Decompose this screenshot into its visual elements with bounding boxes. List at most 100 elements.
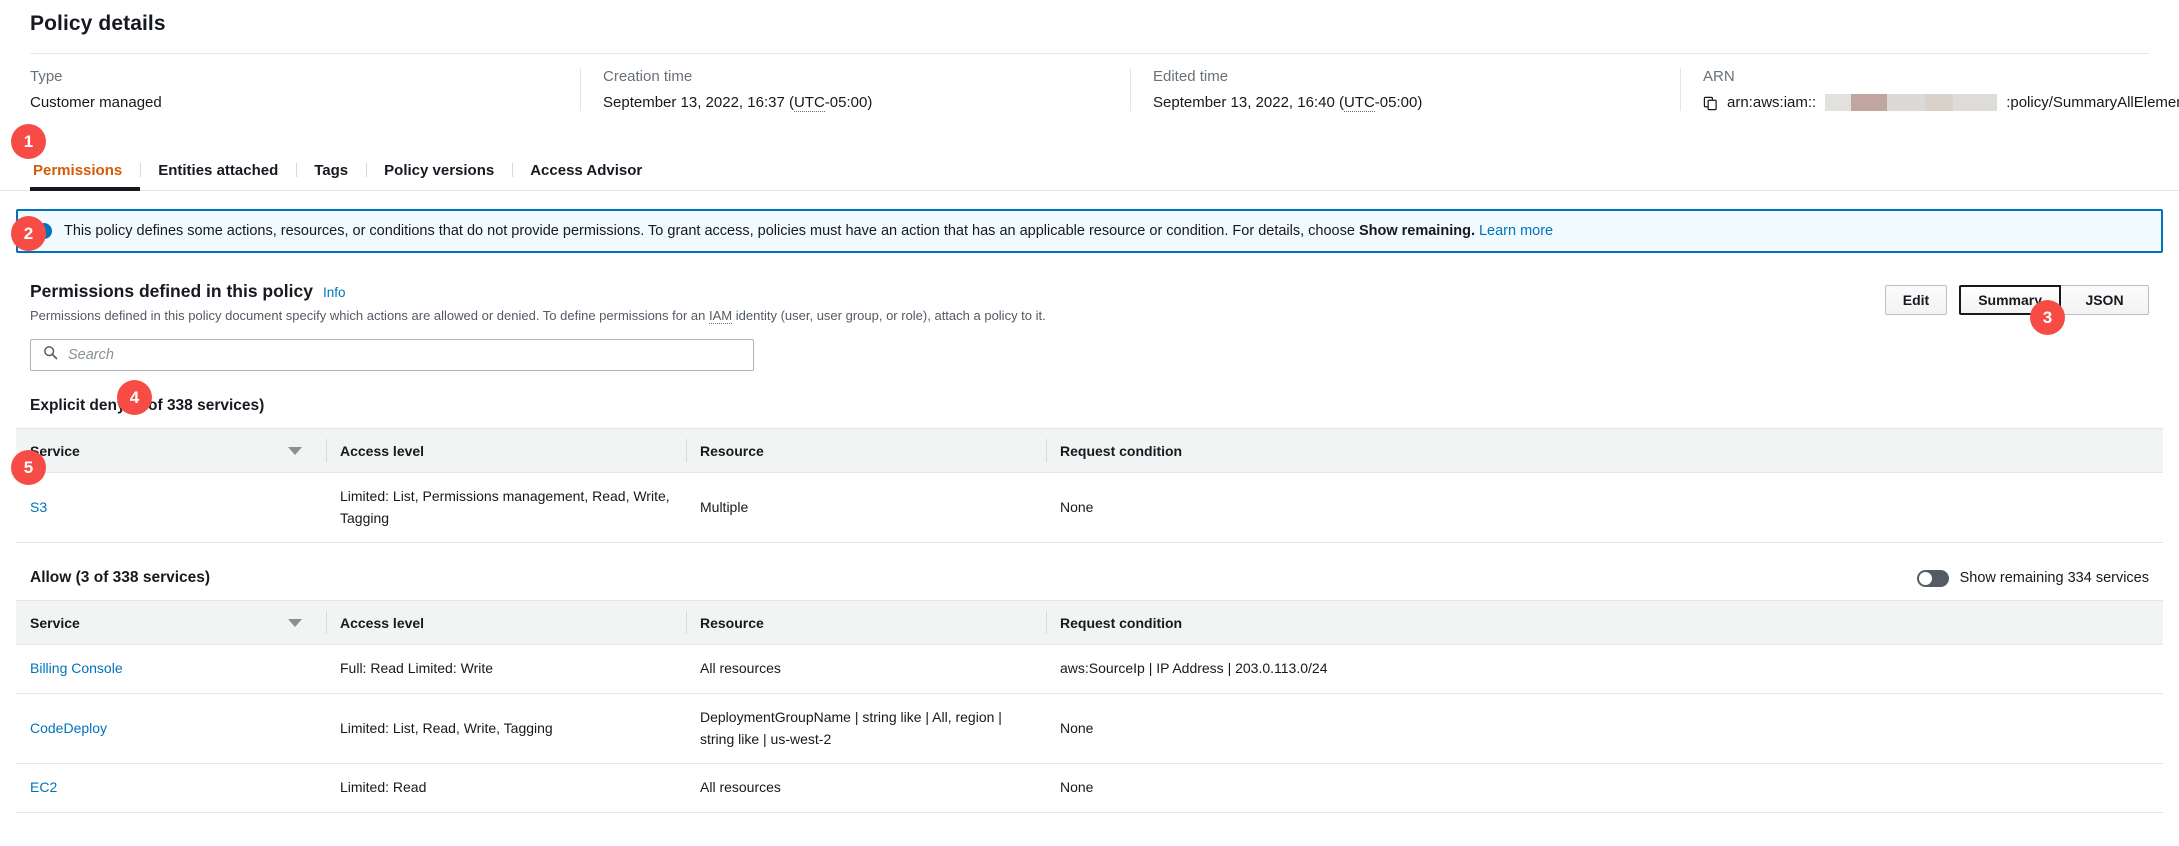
allow-row-access-level: Limited: Read	[326, 764, 686, 813]
page-title: Policy details	[0, 0, 2179, 36]
creation-time-utc-abbr: UTC	[794, 94, 825, 112]
table-row: S3 Limited: List, Permissions management…	[16, 473, 2163, 543]
sort-descending-icon[interactable]	[288, 619, 302, 627]
metadata-creation-time-value: September 13, 2022, 16:37 (UTC-05:00)	[603, 94, 1108, 111]
allow-row-service: Billing Console	[16, 645, 326, 694]
permissions-section-header: Permissions defined in this policy Info …	[0, 253, 2179, 323]
metadata-arn-value: arn:aws:iam:::policy/SummaryAllElements	[1703, 94, 2179, 111]
search-icon	[43, 345, 58, 365]
allow-row-resource: All resources	[686, 645, 1046, 694]
edited-time-suffix: -05:00)	[1375, 94, 1423, 111]
deny-row-request-condition: None	[1046, 473, 2163, 543]
arn-prefix: arn:aws:iam::	[1727, 94, 1816, 111]
search-placeholder: Search	[68, 347, 114, 363]
allow-col-resource[interactable]: Resource	[686, 601, 1046, 645]
section-title: Permissions defined in this policy	[30, 281, 313, 302]
service-link-s3[interactable]: S3	[30, 499, 47, 515]
deny-row-resource: Multiple	[686, 473, 1046, 543]
deny-col-access-level[interactable]: Access level	[326, 429, 686, 473]
info-alert: i This policy defines some actions, reso…	[16, 209, 2163, 253]
allow-row-resource: DeploymentGroupName | string like | All,…	[686, 694, 1046, 764]
deny-row-access-level: Limited: List, Permissions management, R…	[326, 473, 686, 543]
annotation-badge-1: 1	[11, 124, 46, 159]
info-link[interactable]: Info	[323, 285, 346, 300]
metadata-arn: ARN arn:aws:iam:::policy/SummaryAllEleme…	[1680, 68, 2179, 111]
show-remaining-toggle-wrap: Show remaining 334 services	[1917, 570, 2149, 587]
json-button[interactable]: JSON	[2061, 285, 2149, 315]
metadata-edited-time-label: Edited time	[1153, 68, 1658, 85]
show-remaining-toggle-label: Show remaining 334 services	[1960, 570, 2149, 586]
metadata-type-value: Customer managed	[30, 94, 558, 111]
service-link-ec2[interactable]: EC2	[30, 779, 57, 795]
allow-table: Service Access level Resource Request co…	[16, 600, 2163, 813]
allow-title: Allow (3 of 338 services)	[30, 569, 210, 587]
deny-col-request-condition[interactable]: Request condition	[1046, 429, 2163, 473]
metadata-type-label: Type	[30, 68, 558, 85]
deny-row-service: S3	[16, 473, 326, 543]
alert-bold-text: Show remaining.	[1359, 223, 1475, 239]
tab-entities-attached[interactable]: Entities attached	[140, 162, 296, 190]
policy-tabs: Permissions Entities attached Tags Polic…	[0, 149, 2179, 191]
metadata-creation-time: Creation time September 13, 2022, 16:37 …	[580, 68, 1130, 111]
allow-col-access-level[interactable]: Access level	[326, 601, 686, 645]
annotation-badge-3: 3	[2030, 300, 2065, 335]
annotation-badge-4: 4	[117, 380, 152, 415]
allow-row-access-level: Full: Read Limited: Write	[326, 645, 686, 694]
toggle-knob	[1919, 572, 1932, 585]
metadata-edited-time: Edited time September 13, 2022, 16:40 (U…	[1130, 68, 1680, 111]
allow-row-access-level: Limited: List, Read, Write, Tagging	[326, 694, 686, 764]
table-row: Billing Console Full: Read Limited: Writ…	[16, 645, 2163, 694]
policy-details-page: Policy details Type Customer managed Cre…	[0, 0, 2179, 846]
table-row: EC2 Limited: Read All resources None	[16, 764, 2163, 813]
edited-time-prefix: September 13, 2022, 16:40 (	[1153, 94, 1344, 111]
service-link-codedeploy[interactable]: CodeDeploy	[30, 720, 107, 736]
allow-header: Allow (3 of 338 services) Show remaining…	[0, 565, 2179, 591]
section-description-part1: Permissions defined in this policy docum…	[30, 308, 705, 323]
section-description-part2: identity (user, user group, or role), at…	[736, 308, 1046, 323]
arn-redacted-account-id	[1825, 94, 1997, 111]
search-container: Search	[30, 339, 754, 371]
tab-access-advisor[interactable]: Access Advisor	[512, 162, 660, 190]
view-mode-buttons: Edit Summary JSON	[1885, 281, 2149, 315]
arn-suffix: :policy/SummaryAllElements	[2006, 94, 2179, 111]
metadata-arn-label: ARN	[1703, 68, 2179, 85]
copy-icon[interactable]	[1703, 96, 1718, 111]
explicit-deny-header: Explicit deny (1 of 338 services)	[0, 393, 2179, 419]
tab-tags[interactable]: Tags	[296, 162, 366, 190]
service-link-billing-console[interactable]: Billing Console	[30, 660, 123, 676]
policy-metadata-row: Type Customer managed Creation time Sept…	[0, 54, 2179, 111]
table-row: CodeDeploy Limited: List, Read, Write, T…	[16, 694, 2163, 764]
creation-time-prefix: September 13, 2022, 16:37 (	[603, 94, 794, 111]
table-header-row: Service Access level Resource Request co…	[16, 429, 2163, 473]
section-description: Permissions defined in this policy docum…	[30, 308, 1885, 323]
alert-learn-more-link[interactable]: Learn more	[1479, 223, 1553, 239]
sort-descending-icon[interactable]	[288, 447, 302, 455]
creation-time-suffix: -05:00)	[825, 94, 873, 111]
annotation-badge-2: 2	[11, 216, 46, 251]
table-header-row: Service Access level Resource Request co…	[16, 601, 2163, 645]
edited-time-utc-abbr: UTC	[1344, 94, 1375, 112]
allow-row-request-condition: None	[1046, 694, 2163, 764]
metadata-edited-time-value: September 13, 2022, 16:40 (UTC-05:00)	[1153, 94, 1658, 111]
explicit-deny-table: Service Access level Resource Request co…	[16, 428, 2163, 543]
allow-row-service: EC2	[16, 764, 326, 813]
edit-button[interactable]: Edit	[1885, 285, 1947, 315]
metadata-creation-time-label: Creation time	[603, 68, 1108, 85]
deny-col-resource[interactable]: Resource	[686, 429, 1046, 473]
allow-col-request-condition[interactable]: Request condition	[1046, 601, 2163, 645]
alert-text: This policy defines some actions, resour…	[64, 223, 1355, 239]
allow-col-service[interactable]: Service	[16, 601, 326, 645]
allow-row-resource: All resources	[686, 764, 1046, 813]
tab-policy-versions[interactable]: Policy versions	[366, 162, 512, 190]
section-description-iam-abbr: IAM	[709, 308, 732, 324]
deny-col-service[interactable]: Service	[16, 429, 326, 473]
allow-row-request-condition: None	[1046, 764, 2163, 813]
allow-row-service: CodeDeploy	[16, 694, 326, 764]
tab-permissions[interactable]: Permissions	[30, 162, 140, 191]
allow-row-request-condition: aws:SourceIp | IP Address | 203.0.113.0/…	[1046, 645, 2163, 694]
allow-col-service-label: Service	[30, 615, 80, 631]
annotation-badge-5: 5	[11, 450, 46, 485]
show-remaining-toggle[interactable]	[1917, 570, 1949, 587]
metadata-type: Type Customer managed	[30, 68, 580, 111]
search-input[interactable]: Search	[30, 339, 754, 371]
